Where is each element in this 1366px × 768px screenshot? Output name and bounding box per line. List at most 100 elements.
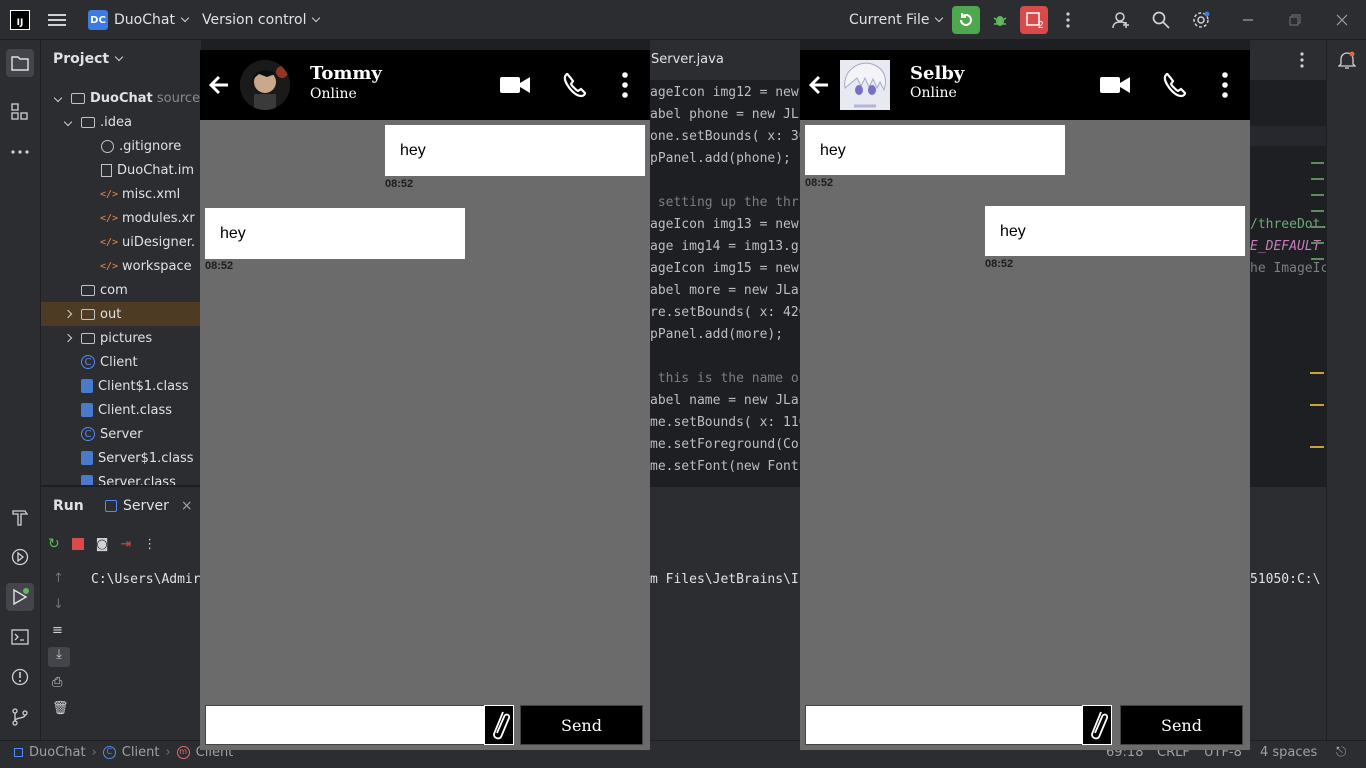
stop-button[interactable]: 2 <box>1020 6 1048 34</box>
tree-item[interactable]: Client.class <box>81 398 201 422</box>
build-tool-button[interactable] <box>8 505 32 529</box>
tree-item[interactable]: Server.class <box>81 470 201 485</box>
more-tools-button[interactable] <box>8 140 32 164</box>
problems-tool-button[interactable] <box>8 665 32 689</box>
scroll-to-end-icon[interactable]: ⤓ <box>48 647 70 667</box>
video-call-icon[interactable] <box>1099 70 1131 100</box>
process-count: 2 <box>1037 20 1044 31</box>
window-icon <box>105 500 117 512</box>
avatar[interactable] <box>240 60 290 110</box>
notifications-button[interactable] <box>1337 51 1357 73</box>
code-line: me.setFont(new Font <box>650 459 799 474</box>
problems-icon <box>11 668 29 686</box>
project-tool-button[interactable] <box>6 49 34 77</box>
structure-tool-button[interactable] <box>8 100 32 124</box>
project-selector[interactable]: DC DuoChat <box>88 0 190 40</box>
print-icon[interactable]: ⎙ <box>52 675 62 690</box>
tree-item[interactable]: C Client <box>81 350 201 374</box>
run-panel-right: 51050:C:\ <box>1250 486 1326 740</box>
xml-file-icon: </> <box>99 260 119 272</box>
send-button[interactable]: Send <box>520 705 643 745</box>
back-arrow-icon[interactable] <box>808 74 830 96</box>
close-window-button[interactable] <box>1328 6 1356 34</box>
main-menu-icon[interactable] <box>48 0 66 40</box>
folder-icon <box>11 56 29 71</box>
tree-item[interactable]: </> modules.xr <box>100 206 201 230</box>
tree-item[interactable]: C Server <box>81 422 201 446</box>
code-line: age img14 = img13.g <box>650 239 799 254</box>
debug-button[interactable] <box>986 6 1014 34</box>
chevron-down-icon <box>312 13 321 23</box>
tree-item[interactable]: </> misc.xml <box>100 182 201 206</box>
code-editor-strip[interactable]: ageIcon img12 = new abel phone = new JL … <box>650 80 800 485</box>
more-actions-button[interactable] <box>1054 6 1082 34</box>
soft-wrap-icon[interactable]: ≡ <box>52 623 63 638</box>
add-user-button[interactable] <box>1107 6 1135 34</box>
stop-icon[interactable] <box>71 538 84 550</box>
class-icon: C <box>81 355 95 369</box>
search-button[interactable] <box>1147 6 1175 34</box>
code-line: ageIcon img12 = new <box>650 85 799 100</box>
run-tool-button[interactable] <box>6 583 34 611</box>
more-vertical-icon[interactable] <box>618 70 632 100</box>
tree-item[interactable]: Client$1.class <box>81 374 201 398</box>
run-panel-mid: m Files\JetBrains\I <box>650 486 800 740</box>
tree-item[interactable]: DuoChat.im <box>101 158 201 182</box>
tree-item[interactable]: Server$1.class <box>81 446 201 470</box>
run-config-selector[interactable]: Current File <box>849 0 944 40</box>
tree-item[interactable]: out <box>41 302 201 326</box>
trash-icon[interactable]: 🗑 <box>52 701 69 716</box>
class-file-icon <box>81 379 93 393</box>
phone-icon[interactable] <box>1161 70 1193 100</box>
arrow-down-icon[interactable]: ↓ <box>53 597 64 612</box>
video-call-icon[interactable] <box>499 70 531 100</box>
git-branch-icon <box>12 708 28 726</box>
folder-icon <box>81 308 95 320</box>
tree-item[interactable]: </> uiDesigner. <box>99 230 201 254</box>
tab-server-java[interactable]: Server.java <box>651 52 724 67</box>
vcs-menu[interactable]: Version control <box>202 0 321 40</box>
tree-item[interactable]: com <box>81 278 201 302</box>
avatar[interactable] <box>840 60 890 110</box>
xml-file-icon: </> <box>99 236 119 248</box>
run-toolbar: ↻ ◙ ⇥ ⋮ <box>48 536 156 552</box>
code-editor-right-strip[interactable]: /threeDot. E_DEFAULT he ImageIc <box>1250 80 1326 485</box>
camera-icon[interactable]: ◙ <box>96 537 109 552</box>
tree-item[interactable]: pictures <box>63 326 201 350</box>
more-vertical-icon[interactable] <box>1218 70 1232 100</box>
settings-button[interactable] <box>1187 6 1215 34</box>
close-icon[interactable]: × <box>181 498 193 514</box>
rerun-icon[interactable]: ↻ <box>48 536 60 552</box>
more-vertical-icon <box>1066 12 1070 28</box>
more-vertical-icon[interactable] <box>1300 52 1304 72</box>
attach-button[interactable] <box>484 705 514 745</box>
arrow-up-icon[interactable]: ↑ <box>53 571 64 586</box>
project-panel-header[interactable]: Project <box>53 51 124 67</box>
message-input[interactable] <box>205 705 485 745</box>
app-logo[interactable]: IJ <box>10 0 30 40</box>
code-line: abel more = new JLa <box>650 283 799 298</box>
right-tool-strip <box>1326 40 1366 740</box>
indent-setting[interactable]: 4 spaces <box>1260 745 1317 760</box>
rerun-button[interactable] <box>952 6 980 34</box>
phone-icon[interactable] <box>561 70 593 100</box>
tree-item[interactable]: .idea <box>63 110 201 134</box>
more-vertical-icon[interactable]: ⋮ <box>143 537 156 552</box>
maximize-button[interactable] <box>1281 6 1309 34</box>
minimize-button[interactable] <box>1234 6 1262 34</box>
message-input[interactable] <box>805 705 1083 745</box>
back-arrow-icon[interactable] <box>208 74 230 96</box>
terminal-tool-button[interactable] <box>8 625 32 649</box>
message-time: 08:52 <box>805 177 834 189</box>
tree-root[interactable]: DuoChat sources <box>53 86 201 110</box>
exit-icon[interactable]: ⇥ <box>120 537 131 552</box>
services-tool-button[interactable] <box>8 545 32 569</box>
tab-server[interactable]: Server × <box>105 498 193 514</box>
attach-button[interactable] <box>1082 705 1112 745</box>
git-tool-button[interactable] <box>8 705 32 729</box>
send-button[interactable]: Send <box>1120 705 1243 745</box>
tree-item[interactable]: .gitignore <box>101 134 201 158</box>
code-line: this is the name o <box>650 371 799 386</box>
tree-item[interactable]: </> workspace <box>99 254 201 278</box>
lock-icon[interactable]: ⎋ <box>1336 745 1346 760</box>
